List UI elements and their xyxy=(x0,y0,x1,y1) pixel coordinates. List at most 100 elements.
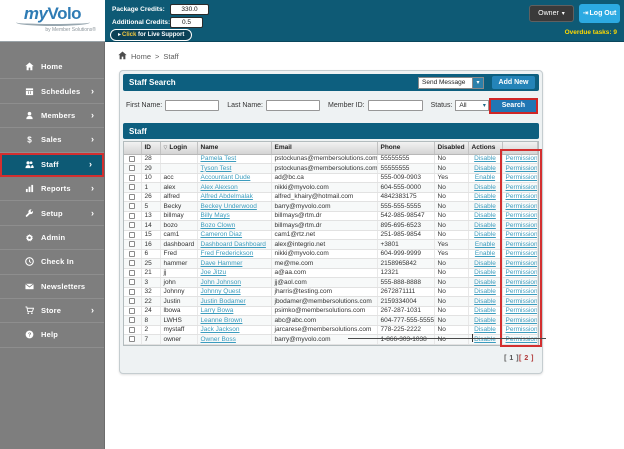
column-header-actions[interactable]: Actions xyxy=(468,142,502,154)
disable-link[interactable]: Disable xyxy=(474,231,496,238)
disable-link[interactable]: Disable xyxy=(474,165,496,172)
column-header-email[interactable]: Email xyxy=(271,142,377,154)
send-message-select[interactable]: Send Message xyxy=(418,77,484,89)
disable-link[interactable]: Disable xyxy=(474,155,496,162)
staff-name-link[interactable]: Accountant Dude xyxy=(201,174,251,181)
permissions-link[interactable]: Permissions xyxy=(506,231,538,238)
column-header-phone[interactable]: Phone xyxy=(377,142,434,154)
enable-link[interactable]: Enable xyxy=(475,241,495,248)
permissions-link[interactable]: Permissions xyxy=(506,222,538,229)
permissions-link[interactable]: Permissions xyxy=(506,260,538,267)
staff-name-link[interactable]: Larry Bowa xyxy=(201,307,234,314)
staff-name-link[interactable]: Owner Boss xyxy=(201,336,236,343)
staff-name-link[interactable]: Leanne Brown xyxy=(201,317,243,324)
member-id-input[interactable] xyxy=(368,100,423,111)
staff-name-link[interactable]: Jack Jackson xyxy=(201,326,240,333)
add-new-button[interactable]: Add New xyxy=(492,76,535,89)
staff-name-link[interactable]: Johnny Quest xyxy=(201,288,241,295)
sidebar-item-home[interactable]: Home xyxy=(0,55,104,79)
row-checkbox[interactable] xyxy=(129,298,135,304)
sidebar-item-schedules[interactable]: Schedules› xyxy=(0,79,104,103)
overdue-tasks-badge[interactable]: Overdue tasks: 9 xyxy=(565,29,617,36)
row-checkbox[interactable] xyxy=(129,260,135,266)
permissions-link[interactable]: Permissions xyxy=(506,241,538,248)
row-checkbox[interactable] xyxy=(129,213,135,219)
disable-link[interactable]: Disable xyxy=(474,317,496,324)
row-checkbox[interactable] xyxy=(129,241,135,247)
disable-link[interactable]: Disable xyxy=(474,336,496,343)
row-checkbox[interactable] xyxy=(129,317,135,323)
status-select[interactable]: All xyxy=(455,100,488,111)
sidebar-item-check-in[interactable]: Check In xyxy=(0,250,104,274)
disable-link[interactable]: Disable xyxy=(474,222,496,229)
disable-link[interactable]: Disable xyxy=(474,212,496,219)
column-header-disabled[interactable]: Disabled xyxy=(434,142,468,154)
permissions-link[interactable]: Permissions xyxy=(506,155,538,162)
sidebar-item-admin[interactable]: Admin xyxy=(0,226,104,250)
enable-link[interactable]: Enable xyxy=(475,174,495,181)
disable-link[interactable]: Disable xyxy=(474,298,496,305)
row-checkbox[interactable] xyxy=(129,203,135,209)
row-checkbox[interactable] xyxy=(129,251,135,257)
row-checkbox[interactable] xyxy=(129,184,135,190)
staff-name-link[interactable]: Beckey Underwood xyxy=(201,203,257,210)
live-support-button[interactable]: Click for Live Support xyxy=(110,29,192,41)
row-checkbox[interactable] xyxy=(129,165,135,171)
permissions-link[interactable]: Permissions xyxy=(506,250,538,257)
disable-link[interactable]: Disable xyxy=(474,326,496,333)
row-checkbox[interactable] xyxy=(129,232,135,238)
staff-name-link[interactable]: Dashboard Dashboard xyxy=(201,241,266,248)
disable-link[interactable]: Disable xyxy=(474,288,496,295)
staff-name-link[interactable]: Alex Alexson xyxy=(201,184,238,191)
row-checkbox[interactable] xyxy=(129,308,135,314)
first-name-input[interactable] xyxy=(165,100,219,111)
disable-link[interactable]: Disable xyxy=(474,184,496,191)
row-checkbox[interactable] xyxy=(129,156,135,162)
staff-name-link[interactable]: Fred Frederickson xyxy=(201,250,254,257)
sidebar-item-sales[interactable]: $Sales› xyxy=(0,128,104,152)
staff-name-link[interactable]: Dave Hammer xyxy=(201,260,243,267)
disable-link[interactable]: Disable xyxy=(474,203,496,210)
column-header-id[interactable]: ID xyxy=(141,142,160,154)
disable-link[interactable]: Disable xyxy=(474,307,496,314)
sidebar-item-store[interactable]: Store› xyxy=(0,299,104,323)
permissions-link[interactable]: Permissions xyxy=(506,165,538,172)
permissions-link[interactable]: Permissions xyxy=(506,307,538,314)
permissions-link[interactable]: Permissions xyxy=(506,184,538,191)
column-header-name[interactable]: Name xyxy=(197,142,271,154)
last-name-input[interactable] xyxy=(266,100,320,111)
permissions-link[interactable]: Permissions xyxy=(506,212,538,219)
permissions-link[interactable]: Permissions xyxy=(506,336,538,343)
permissions-link[interactable]: Permissions xyxy=(506,203,538,210)
pagination-page-2[interactable]: [ 2 ] xyxy=(519,355,534,362)
staff-name-link[interactable]: Cameron Diaz xyxy=(201,231,243,238)
additional-credits-value[interactable]: 0.5 xyxy=(170,17,203,28)
staff-name-link[interactable]: Tyson Test xyxy=(201,165,232,172)
permissions-link[interactable]: Permissions xyxy=(506,193,538,200)
permissions-link[interactable]: Permissions xyxy=(506,326,538,333)
staff-name-link[interactable]: Pamela Test xyxy=(201,155,237,162)
row-checkbox[interactable] xyxy=(129,270,135,276)
owner-dropdown[interactable]: Owner xyxy=(529,5,574,22)
row-checkbox[interactable] xyxy=(129,279,135,285)
row-checkbox[interactable] xyxy=(129,327,135,333)
package-credits-value[interactable]: 330.0 xyxy=(170,4,209,15)
disable-link[interactable]: Disable xyxy=(474,269,496,276)
sidebar-item-newsletters[interactable]: Newsletters xyxy=(0,275,104,299)
enable-link[interactable]: Enable xyxy=(475,250,495,257)
pagination-page-1[interactable]: [ 1 ] xyxy=(504,355,519,362)
search-button[interactable]: Search xyxy=(489,98,538,114)
sidebar-item-members[interactable]: Members› xyxy=(0,104,104,128)
disable-link[interactable]: Disable xyxy=(474,193,496,200)
staff-name-link[interactable]: Alfred Abdelmalak xyxy=(201,193,253,200)
permissions-link[interactable]: Permissions xyxy=(506,288,538,295)
permissions-link[interactable]: Permissions xyxy=(506,298,538,305)
sidebar-item-setup[interactable]: Setup› xyxy=(0,201,104,225)
breadcrumb-home[interactable]: Home xyxy=(131,52,151,61)
sidebar-item-staff[interactable]: Staff› xyxy=(0,153,104,177)
permissions-link[interactable]: Permissions xyxy=(506,174,538,181)
staff-name-link[interactable]: Billy Mays xyxy=(201,212,230,219)
staff-name-link[interactable]: Justin Bodamer xyxy=(201,298,246,305)
row-checkbox[interactable] xyxy=(129,194,135,200)
disable-link[interactable]: Disable xyxy=(474,260,496,267)
